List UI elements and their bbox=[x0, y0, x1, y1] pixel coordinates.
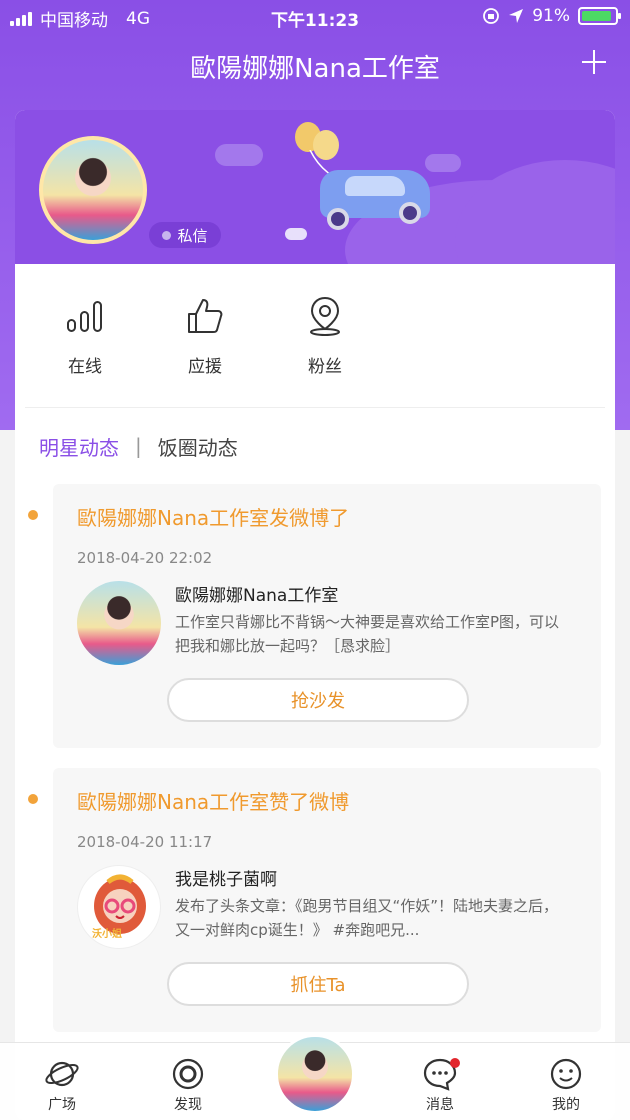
tab-star-updates[interactable]: 明星动态 bbox=[39, 432, 119, 461]
feed-time: 2018-04-20 22:02 bbox=[77, 549, 213, 567]
tab-discover[interactable]: 发现 bbox=[158, 1054, 218, 1114]
planet-icon bbox=[32, 1054, 92, 1094]
cloud-icon bbox=[425, 154, 461, 172]
timeline-dot bbox=[28, 510, 38, 520]
thumbs-up-icon bbox=[145, 292, 265, 340]
tab-separator: | bbox=[135, 434, 142, 458]
feed-title[interactable]: 歐陽娜娜Nana工作室发微博了 bbox=[77, 502, 577, 531]
tab-label: 广场 bbox=[48, 1097, 76, 1113]
battery-icon bbox=[578, 7, 621, 25]
nav-bar: 歐陽娜娜Nana工作室 bbox=[0, 34, 630, 98]
tab-label: 消息 bbox=[426, 1097, 454, 1113]
avatar[interactable]: 沃小姐 bbox=[77, 865, 161, 949]
dot-icon bbox=[162, 230, 172, 240]
stat-label: 在线 bbox=[68, 357, 102, 377]
location-arrow-icon bbox=[509, 9, 524, 23]
feed-item[interactable]: 歐陽娜娜Nana工作室赞了微博 2018-04-20 11:17 沃小姐 我是桃 bbox=[53, 768, 601, 1032]
center-avatar-button[interactable] bbox=[275, 1034, 355, 1114]
stat-online[interactable]: 在线 bbox=[25, 264, 145, 407]
decorative-hill bbox=[455, 160, 615, 264]
direct-message-button[interactable]: 私信 bbox=[149, 222, 221, 248]
timeline-dot bbox=[28, 794, 38, 804]
catch-ta-button[interactable]: 抓住Ta bbox=[167, 962, 469, 1006]
stat-support[interactable]: 应援 bbox=[145, 264, 265, 407]
feed-author[interactable]: 歐陽娜娜Nana工作室 bbox=[175, 581, 565, 606]
car-wheel bbox=[399, 202, 421, 224]
discover-icon bbox=[158, 1054, 218, 1094]
feed-time: 2018-04-20 11:17 bbox=[77, 833, 213, 851]
cloud-icon bbox=[215, 144, 263, 166]
feed-content[interactable]: 工作室只背娜比不背锅～大神要是喜欢给工作室P图，可以把我和娜比放一起吗？［恳求脸… bbox=[175, 610, 565, 658]
car-wheel bbox=[327, 208, 349, 230]
tab-messages[interactable]: 消息 bbox=[410, 1054, 470, 1114]
profile-face-icon bbox=[536, 1054, 596, 1094]
avatar[interactable] bbox=[39, 136, 147, 244]
feed-tabs: 明星动态 | 饭圈动态 bbox=[15, 408, 615, 484]
feed-item[interactable]: 歐陽娜娜Nana工作室发微博了 2018-04-20 22:02 歐陽娜娜Nan… bbox=[53, 484, 601, 748]
avatar[interactable] bbox=[77, 581, 161, 665]
status-bar: 中国移动 4G 下午11:23 91% bbox=[0, 0, 630, 34]
profile-header: 私信 bbox=[15, 110, 615, 264]
bottom-tab-bar: 广场 发现 消息 我的 bbox=[0, 1034, 630, 1120]
tab-fan-updates[interactable]: 饭圈动态 bbox=[158, 432, 238, 461]
page-title: 歐陽娜娜Nana工作室 bbox=[190, 54, 440, 84]
grab-sofa-button[interactable]: 抢沙发 bbox=[167, 678, 469, 722]
stat-label: 粉丝 bbox=[308, 357, 342, 377]
tab-label: 发现 bbox=[174, 1097, 202, 1113]
stats-row: 在线 应援 粉丝 bbox=[25, 264, 605, 408]
stat-fans[interactable]: 粉丝 bbox=[265, 264, 385, 407]
message-icon bbox=[410, 1054, 470, 1094]
tab-me[interactable]: 我的 bbox=[536, 1054, 596, 1114]
signal-bars-icon bbox=[25, 292, 145, 340]
tab-label: 我的 bbox=[552, 1097, 580, 1113]
location-pin-icon bbox=[265, 292, 385, 340]
car-window bbox=[345, 176, 405, 196]
main-card: 私信 在线 应援 粉丝 明星动态 | 饭圈动态 歐陽娜娜Nana工作室发微博了 … bbox=[15, 110, 615, 1120]
feed-timeline: 歐陽娜娜Nana工作室发微博了 2018-04-20 22:02 歐陽娜娜Nan… bbox=[15, 484, 615, 1032]
feed-title[interactable]: 歐陽娜娜Nana工作室赞了微博 bbox=[77, 786, 577, 815]
avatar-caption: 沃小姐 bbox=[92, 929, 122, 940]
exhaust-puff bbox=[285, 228, 307, 240]
dm-label: 私信 bbox=[177, 226, 208, 245]
feed-author[interactable]: 我是桃子菌啊 bbox=[175, 865, 565, 890]
plus-icon[interactable] bbox=[576, 44, 612, 80]
notification-badge bbox=[450, 1058, 460, 1068]
feed-content[interactable]: 发布了头条文章：《跑男节目组又“作妖”！陆地夫妻之后，又一对鲜肉cp诞生！》 #… bbox=[175, 894, 565, 942]
battery-percent: 91% bbox=[532, 6, 570, 26]
stat-label: 应援 bbox=[188, 357, 222, 377]
tab-square[interactable]: 广场 bbox=[32, 1054, 92, 1114]
rotation-lock-icon bbox=[483, 8, 500, 24]
